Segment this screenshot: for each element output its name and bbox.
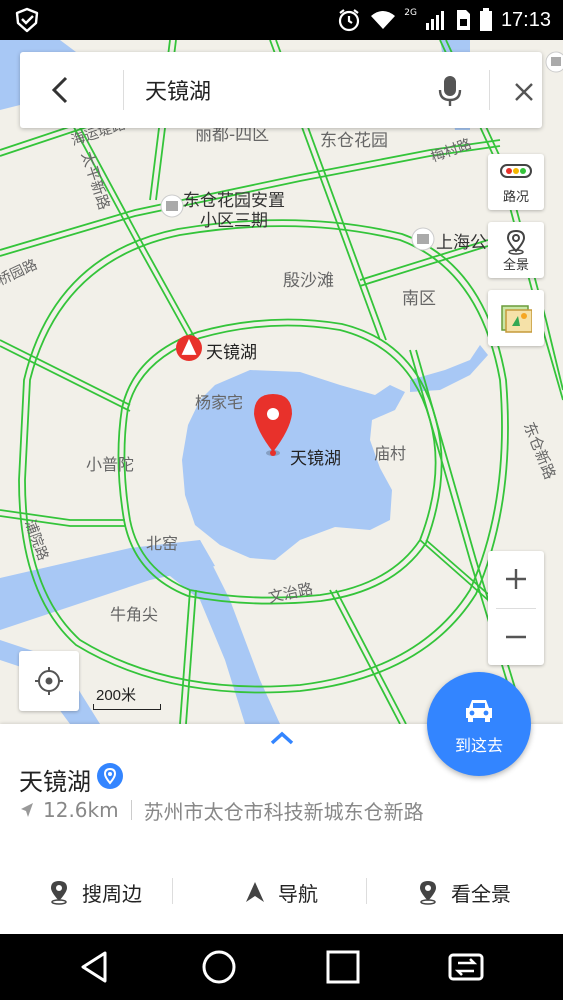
search-divider [123,70,124,110]
locate-icon [35,667,63,695]
marker-label[interactable]: 天镜湖 [290,444,341,469]
map-label: 小区三期 [200,211,268,231]
poi-building-icon [160,194,184,218]
zoom-in-button[interactable] [488,551,544,607]
traffic-toggle-button[interactable]: 路况 [488,154,544,210]
poi-meta: 12.6km 苏州市太仓市科技新城东仓新路 [19,796,424,824]
wifi-icon [371,11,396,29]
back-triangle-icon[interactable] [75,947,115,987]
poi-building-icon [411,227,435,251]
map-scale: 200米 [93,684,161,710]
poi-title: 天镜湖 [19,768,91,796]
meta-separator [130,800,132,820]
system-nav-bar [0,934,563,1000]
action-bar: 搜周边 导航 看全景 [0,864,563,920]
chevron-up-icon[interactable] [268,730,296,746]
navigate-button[interactable]: 导航 [244,864,318,920]
scale-label: 200米 [96,687,137,704]
scale-bar [93,704,161,710]
zoom-out-button[interactable] [488,609,544,665]
switch-app-icon[interactable] [446,947,486,987]
action-separator [172,878,173,904]
water-river-south [150,540,280,724]
clock: 17:13 [500,8,551,31]
map-label: 南区 [402,289,436,309]
car-icon [466,700,492,722]
navigate-label: 导航 [278,881,318,906]
battery-icon [479,8,492,31]
direction-arrow-icon [21,803,33,817]
go-there-label: 到这去 [454,736,503,755]
recent-apps-icon[interactable] [323,947,363,987]
map-label: 东仓花园 [320,131,388,151]
map-label: 殷沙滩 [283,271,334,291]
panorama-pin-icon [420,881,436,905]
poi-building-icon [545,51,563,73]
panorama-action-label: 看全景 [451,881,511,906]
microphone-icon[interactable] [432,72,468,108]
signal-icon [425,11,444,30]
search-divider [489,70,490,110]
poi-distance: 12.6km [43,798,119,822]
traffic-label: 路况 [502,190,529,205]
panorama-button[interactable]: 全景 [488,222,544,278]
status-bar: 2G 17:13 [0,0,563,40]
close-icon[interactable] [506,74,542,110]
scenic-spot-icon[interactable] [176,335,202,361]
network-type-label: 2G [404,8,417,18]
back-arrow-icon[interactable] [40,70,80,110]
navigation-arrow-icon [246,882,264,902]
traffic-light-icon [500,164,532,178]
zoom-controls [488,551,544,665]
map-layers-button[interactable] [488,290,544,346]
map-layers-icon [501,305,532,333]
map-label: 庙村 [374,444,407,463]
sim-card-icon [456,10,470,30]
map-label: 北窑 [146,534,179,553]
map-label: 小普陀 [86,455,135,474]
search-nearby-button[interactable]: 搜周边 [48,864,142,920]
app-notification-icon [15,7,39,33]
map-label: 杨家宅 [195,393,244,412]
locate-me-button[interactable] [19,651,79,711]
map-label: 牛角尖 [110,605,159,624]
panorama-pin-icon [506,229,526,255]
map-view[interactable]: 东仓花园安置 小区三期 东仓花园 丽都-四区 上海公 殷沙滩 南区 杨家宅 小普… [0,40,563,724]
action-separator [366,878,367,904]
go-there-button[interactable]: 到这去 [427,672,531,776]
search-input[interactable]: 天镜湖 [145,74,211,106]
scenic-spot-label[interactable]: 天镜湖 [206,338,257,363]
location-pin-icon [51,881,67,905]
verified-location-icon [97,763,123,789]
home-circle-icon[interactable] [199,947,239,987]
nearby-label: 搜周边 [82,881,142,906]
panorama-label: 全景 [502,258,529,273]
alarm-icon [339,9,360,32]
search-bar: 天镜湖 [20,52,542,128]
map-label: 上海公 [436,233,487,253]
poi-address: 苏州市太仓市科技新城东仓新路 [143,799,424,824]
view-panorama-button[interactable]: 看全景 [417,864,511,920]
